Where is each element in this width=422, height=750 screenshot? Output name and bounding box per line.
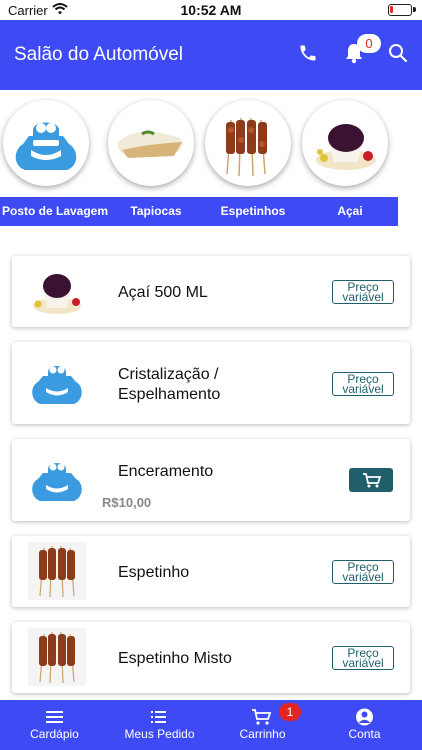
price-variable-tag: Preço variável [332, 560, 394, 584]
product-name-line2: Espelhamento [118, 386, 221, 403]
product-card-espetinho-misto[interactable]: Espetinho Misto Preço variável [12, 622, 410, 693]
nav-label: Cardápio [30, 727, 79, 741]
product-name: Enceramento [118, 463, 214, 480]
product-card-acai-500ml[interactable]: Açaí 500 ML Preço variável [12, 256, 410, 327]
menu-icon [46, 711, 63, 723]
cart-icon [363, 473, 382, 488]
category-espetinhos[interactable] [205, 100, 291, 186]
search-icon[interactable] [388, 43, 408, 63]
user-icon [356, 708, 373, 726]
product-card-enceramento[interactable]: Enceramento R$10,00 [12, 439, 410, 521]
battery-icon [388, 4, 416, 16]
tapioca-image [117, 130, 183, 158]
category-label-posto-de-lavagem[interactable]: Posto de Lavagem [0, 204, 110, 218]
acai-image [316, 124, 376, 170]
category-label-acai[interactable]: Açai [320, 204, 380, 218]
nav-conta[interactable]: Conta [312, 700, 417, 750]
app-screen: Carrier 10:52 AM Salão do Automóvel 0 Po… [0, 0, 422, 750]
nav-meus-pedido[interactable]: Meus Pedido [107, 700, 212, 750]
product-name: Espetinho Misto [118, 650, 232, 667]
skewers-image [28, 542, 86, 600]
nav-cardapio[interactable]: Cardápio [2, 700, 107, 750]
list-icon [151, 711, 166, 723]
category-label-espetinhos[interactable]: Espetinhos [215, 204, 291, 218]
add-to-cart-button[interactable] [349, 468, 393, 492]
product-name: Açaí 500 ML [118, 284, 208, 301]
price-variable-tag: Preço variável [332, 372, 394, 396]
page-title: Salão do Automóvel [14, 44, 184, 65]
notification-badge: 0 [357, 34, 381, 53]
cart-count-badge: 1 [279, 703, 301, 721]
app-header: Salão do Automóvel 0 [0, 20, 422, 90]
nav-label: Meus Pedido [124, 727, 195, 741]
acai-image [33, 274, 81, 314]
category-label-tapiocas[interactable]: Tapiocas [120, 204, 192, 218]
car-wash-logo-icon [32, 366, 82, 404]
price-variable-tag: Preço variável [332, 280, 394, 304]
skewers-image [226, 117, 267, 177]
product-name: Espetinho [118, 564, 190, 581]
battery-level [390, 6, 393, 13]
car-wash-logo-icon [32, 463, 82, 501]
category-acai[interactable] [302, 100, 388, 186]
product-name-line1: Cristalização / [118, 366, 219, 383]
product-card-cristalizacao[interactable]: Cristalização / Espelhamento Preço variá… [12, 342, 410, 424]
nav-label: Carrinho [239, 727, 286, 741]
nav-label: Conta [348, 727, 381, 741]
category-tapiocas[interactable] [108, 100, 194, 186]
skewers-image [28, 628, 86, 686]
clock: 10:52 AM [180, 2, 242, 18]
category-posto-de-lavagem[interactable] [3, 100, 89, 186]
product-price: R$10,00 [102, 495, 152, 510]
car-wash-logo-icon [15, 122, 77, 170]
category-carousel: Posto de Lavagem Tapiocas Espetinhos Aça… [0, 98, 422, 228]
bottom-navigation: Cardápio Meus Pedido Carrinho 1 Conta [0, 700, 422, 750]
price-variable-tag: Preço variável [332, 646, 394, 670]
status-bar: Carrier 10:52 AM [0, 0, 422, 20]
phone-icon[interactable] [298, 43, 318, 63]
product-card-espetinho[interactable]: Espetinho Preço variável [12, 536, 410, 607]
